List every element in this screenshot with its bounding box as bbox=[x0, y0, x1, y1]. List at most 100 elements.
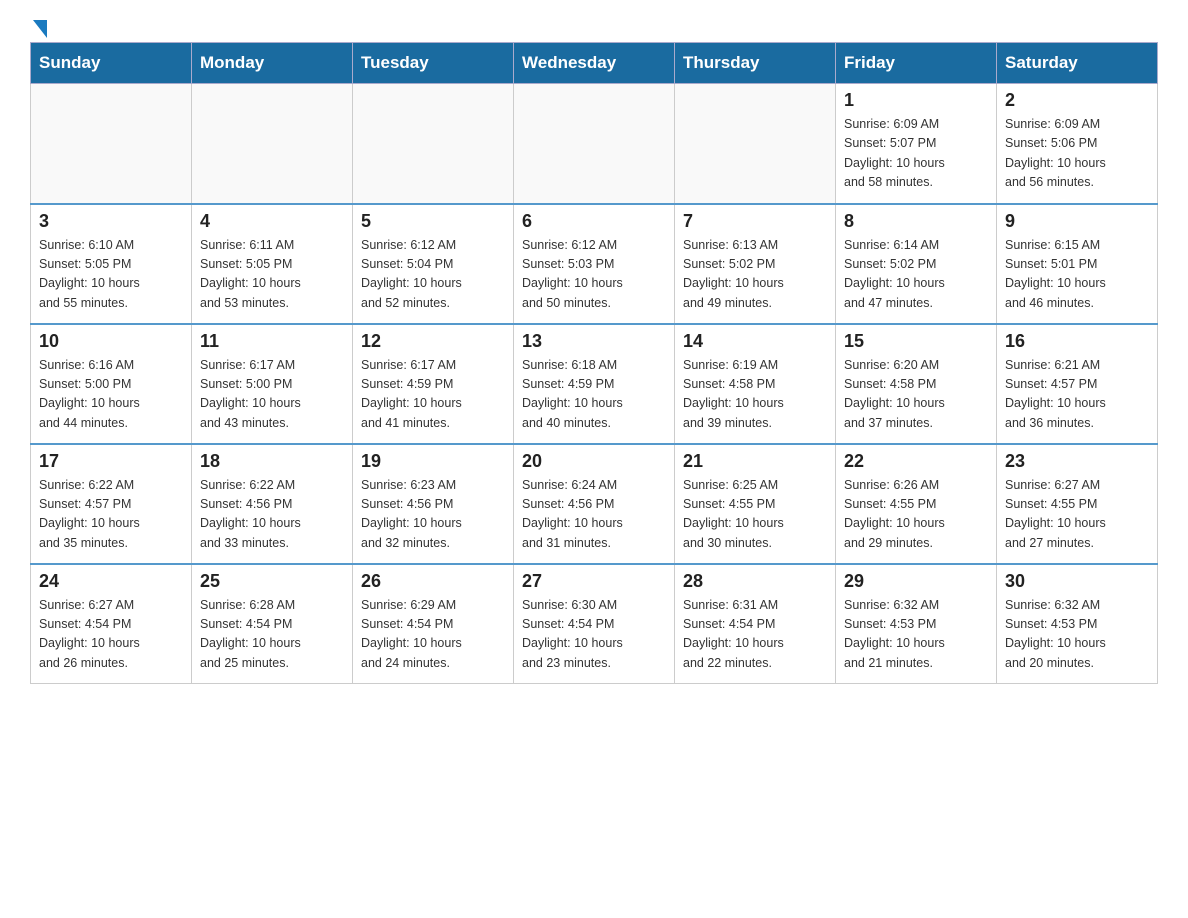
day-number: 11 bbox=[200, 331, 344, 352]
calendar-cell: 1Sunrise: 6:09 AM Sunset: 5:07 PM Daylig… bbox=[836, 84, 997, 204]
day-number: 14 bbox=[683, 331, 827, 352]
day-number: 26 bbox=[361, 571, 505, 592]
day-number: 16 bbox=[1005, 331, 1149, 352]
calendar-cell: 8 Sunrise: 6:14 AM Sunset: 5:02 PM Daylig… bbox=[836, 204, 997, 324]
day-info: Sunrise: 6:18 AM Sunset: 4:59 PM Dayligh… bbox=[522, 356, 666, 434]
calendar-cell: 7Sunrise: 6:13 AM Sunset: 5:02 PM Daylig… bbox=[675, 204, 836, 324]
calendar-cell: 18Sunrise: 6:22 AM Sunset: 4:56 PM Dayli… bbox=[192, 444, 353, 564]
calendar-cell: 11 Sunrise: 6:17 AM Sunset: 5:00 PM Dayli… bbox=[192, 324, 353, 444]
calendar-cell: 29 Sunrise: 6:32 AM Sunset: 4:53 PM Dayli… bbox=[836, 564, 997, 684]
week-row: 10 Sunrise: 6:16 AM Sunset: 5:00 PM Dayli… bbox=[31, 324, 1158, 444]
day-info: Sunrise: 6:21 AM Sunset: 4:57 PM Dayligh… bbox=[1005, 356, 1149, 434]
calendar-cell: 3 Sunrise: 6:10 AM Sunset: 5:05 PM Daylig… bbox=[31, 204, 192, 324]
day-info: Sunrise: 6:24 AM Sunset: 4:56 PM Dayligh… bbox=[522, 476, 666, 554]
days-of-week-row: SundayMondayTuesdayWednesdayThursdayFrid… bbox=[31, 43, 1158, 84]
day-number: 6 bbox=[522, 211, 666, 232]
day-number: 24 bbox=[39, 571, 183, 592]
day-info: Sunrise: 6:11 AM Sunset: 5:05 PM Dayligh… bbox=[200, 236, 344, 314]
day-info: Sunrise: 6:13 AM Sunset: 5:02 PM Dayligh… bbox=[683, 236, 827, 314]
day-info: Sunrise: 6:20 AM Sunset: 4:58 PM Dayligh… bbox=[844, 356, 988, 434]
day-info: Sunrise: 6:29 AM Sunset: 4:54 PM Dayligh… bbox=[361, 596, 505, 674]
day-number: 4 bbox=[200, 211, 344, 232]
calendar-cell: 26 Sunrise: 6:29 AM Sunset: 4:54 PM Dayli… bbox=[353, 564, 514, 684]
day-number: 3 bbox=[39, 211, 183, 232]
calendar-cell: 10 Sunrise: 6:16 AM Sunset: 5:00 PM Dayli… bbox=[31, 324, 192, 444]
calendar-cell: 12 Sunrise: 6:17 AM Sunset: 4:59 PM Dayli… bbox=[353, 324, 514, 444]
day-number: 23 bbox=[1005, 451, 1149, 472]
day-number: 22 bbox=[844, 451, 988, 472]
week-row: 17 Sunrise: 6:22 AM Sunset: 4:57 PM Dayli… bbox=[31, 444, 1158, 564]
day-info: Sunrise: 6:27 AM Sunset: 4:54 PM Dayligh… bbox=[39, 596, 183, 674]
day-info: Sunrise: 6:17 AM Sunset: 5:00 PM Dayligh… bbox=[200, 356, 344, 434]
calendar-body: 1Sunrise: 6:09 AM Sunset: 5:07 PM Daylig… bbox=[31, 84, 1158, 684]
day-info: Sunrise: 6:23 AM Sunset: 4:56 PM Dayligh… bbox=[361, 476, 505, 554]
day-number: 10 bbox=[39, 331, 183, 352]
day-info: Sunrise: 6:28 AM Sunset: 4:54 PM Dayligh… bbox=[200, 596, 344, 674]
day-number: 20 bbox=[522, 451, 666, 472]
week-row: 24 Sunrise: 6:27 AM Sunset: 4:54 PM Dayli… bbox=[31, 564, 1158, 684]
day-info: Sunrise: 6:10 AM Sunset: 5:05 PM Dayligh… bbox=[39, 236, 183, 314]
logo bbox=[30, 20, 47, 32]
day-of-week-header: Monday bbox=[192, 43, 353, 84]
day-number: 18 bbox=[200, 451, 344, 472]
calendar-cell: 28Sunrise: 6:31 AM Sunset: 4:54 PM Dayli… bbox=[675, 564, 836, 684]
calendar-header: SundayMondayTuesdayWednesdayThursdayFrid… bbox=[31, 43, 1158, 84]
day-of-week-header: Sunday bbox=[31, 43, 192, 84]
day-info: Sunrise: 6:14 AM Sunset: 5:02 PM Dayligh… bbox=[844, 236, 988, 314]
day-info: Sunrise: 6:26 AM Sunset: 4:55 PM Dayligh… bbox=[844, 476, 988, 554]
day-of-week-header: Wednesday bbox=[514, 43, 675, 84]
calendar-cell: 2 Sunrise: 6:09 AM Sunset: 5:06 PM Daylig… bbox=[997, 84, 1158, 204]
day-info: Sunrise: 6:27 AM Sunset: 4:55 PM Dayligh… bbox=[1005, 476, 1149, 554]
calendar-cell bbox=[675, 84, 836, 204]
calendar-cell: 16 Sunrise: 6:21 AM Sunset: 4:57 PM Dayli… bbox=[997, 324, 1158, 444]
day-number: 29 bbox=[844, 571, 988, 592]
day-number: 30 bbox=[1005, 571, 1149, 592]
calendar-cell: 6 Sunrise: 6:12 AM Sunset: 5:03 PM Daylig… bbox=[514, 204, 675, 324]
day-number: 8 bbox=[844, 211, 988, 232]
day-number: 5 bbox=[361, 211, 505, 232]
day-of-week-header: Thursday bbox=[675, 43, 836, 84]
day-of-week-header: Friday bbox=[836, 43, 997, 84]
calendar-cell: 24 Sunrise: 6:27 AM Sunset: 4:54 PM Dayli… bbox=[31, 564, 192, 684]
calendar-cell: 15 Sunrise: 6:20 AM Sunset: 4:58 PM Dayli… bbox=[836, 324, 997, 444]
day-info: Sunrise: 6:22 AM Sunset: 4:57 PM Dayligh… bbox=[39, 476, 183, 554]
week-row: 3 Sunrise: 6:10 AM Sunset: 5:05 PM Daylig… bbox=[31, 204, 1158, 324]
day-number: 28 bbox=[683, 571, 827, 592]
day-info: Sunrise: 6:25 AM Sunset: 4:55 PM Dayligh… bbox=[683, 476, 827, 554]
day-number: 15 bbox=[844, 331, 988, 352]
calendar-cell bbox=[353, 84, 514, 204]
day-info: Sunrise: 6:15 AM Sunset: 5:01 PM Dayligh… bbox=[1005, 236, 1149, 314]
day-info: Sunrise: 6:19 AM Sunset: 4:58 PM Dayligh… bbox=[683, 356, 827, 434]
day-of-week-header: Tuesday bbox=[353, 43, 514, 84]
day-info: Sunrise: 6:17 AM Sunset: 4:59 PM Dayligh… bbox=[361, 356, 505, 434]
calendar-cell: 17 Sunrise: 6:22 AM Sunset: 4:57 PM Dayli… bbox=[31, 444, 192, 564]
calendar-cell: 9 Sunrise: 6:15 AM Sunset: 5:01 PM Daylig… bbox=[997, 204, 1158, 324]
calendar-cell: 27 Sunrise: 6:30 AM Sunset: 4:54 PM Dayli… bbox=[514, 564, 675, 684]
day-info: Sunrise: 6:32 AM Sunset: 4:53 PM Dayligh… bbox=[1005, 596, 1149, 674]
day-number: 2 bbox=[1005, 90, 1149, 111]
day-info: Sunrise: 6:30 AM Sunset: 4:54 PM Dayligh… bbox=[522, 596, 666, 674]
calendar-cell: 13 Sunrise: 6:18 AM Sunset: 4:59 PM Dayli… bbox=[514, 324, 675, 444]
day-info: Sunrise: 6:09 AM Sunset: 5:06 PM Dayligh… bbox=[1005, 115, 1149, 193]
calendar-cell: 25 Sunrise: 6:28 AM Sunset: 4:54 PM Dayli… bbox=[192, 564, 353, 684]
day-number: 25 bbox=[200, 571, 344, 592]
day-of-week-header: Saturday bbox=[997, 43, 1158, 84]
day-number: 17 bbox=[39, 451, 183, 472]
day-info: Sunrise: 6:16 AM Sunset: 5:00 PM Dayligh… bbox=[39, 356, 183, 434]
page-header bbox=[30, 20, 1158, 32]
calendar-cell: 19Sunrise: 6:23 AM Sunset: 4:56 PM Dayli… bbox=[353, 444, 514, 564]
day-info: Sunrise: 6:09 AM Sunset: 5:07 PM Dayligh… bbox=[844, 115, 988, 193]
day-number: 9 bbox=[1005, 211, 1149, 232]
day-number: 13 bbox=[522, 331, 666, 352]
day-info: Sunrise: 6:12 AM Sunset: 5:03 PM Dayligh… bbox=[522, 236, 666, 314]
calendar-cell: 23 Sunrise: 6:27 AM Sunset: 4:55 PM Dayli… bbox=[997, 444, 1158, 564]
calendar-cell: 30 Sunrise: 6:32 AM Sunset: 4:53 PM Dayli… bbox=[997, 564, 1158, 684]
calendar-cell: 14 Sunrise: 6:19 AM Sunset: 4:58 PM Dayli… bbox=[675, 324, 836, 444]
calendar-cell bbox=[192, 84, 353, 204]
day-number: 27 bbox=[522, 571, 666, 592]
calendar-table: SundayMondayTuesdayWednesdayThursdayFrid… bbox=[30, 42, 1158, 684]
calendar-cell: 5Sunrise: 6:12 AM Sunset: 5:04 PM Daylig… bbox=[353, 204, 514, 324]
day-number: 12 bbox=[361, 331, 505, 352]
day-info: Sunrise: 6:32 AM Sunset: 4:53 PM Dayligh… bbox=[844, 596, 988, 674]
day-number: 21 bbox=[683, 451, 827, 472]
